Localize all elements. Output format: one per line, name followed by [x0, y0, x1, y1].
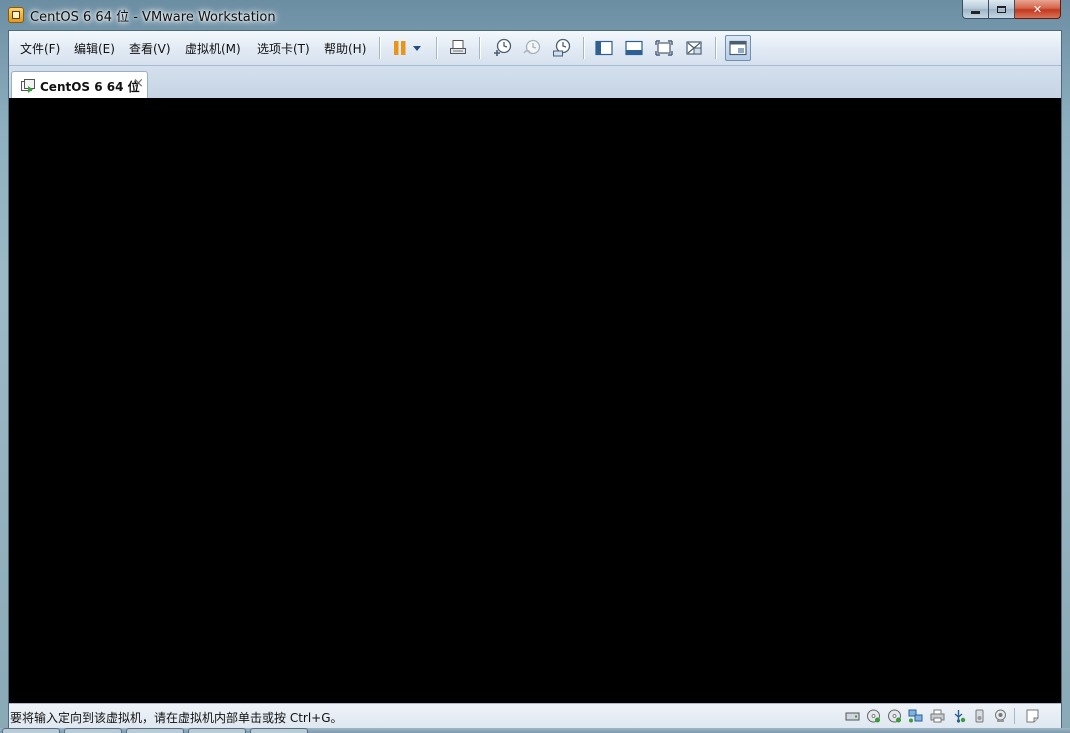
status-bar: 要将输入定向到该虚拟机，请在虚拟机内部单击或按 Ctrl+G。 — [9, 703, 1061, 728]
maximize-icon — [997, 5, 1006, 13]
menu-toolbar: 文件(F) 编辑(E) 查看(V) 虚拟机(M) 选项卡(T) 帮助(H) — [9, 31, 1061, 66]
tab-centos[interactable]: CentOS 6 64 位 × — [11, 71, 148, 99]
full-screen-icon — [655, 40, 673, 56]
camera-icon[interactable] — [993, 709, 1008, 723]
menu-vm[interactable]: 虚拟机(M) — [185, 40, 241, 57]
maximize-button[interactable] — [989, 0, 1015, 19]
unity-icon — [686, 41, 702, 55]
taskbar-button[interactable] — [2, 728, 60, 733]
tab-label: CentOS 6 64 位 — [40, 80, 140, 94]
pause-button[interactable] — [389, 37, 411, 59]
title-bar[interactable]: CentOS 6 64 位 - VMware Workstation ✕ — [0, 0, 1070, 30]
toolbar-separator — [479, 37, 481, 59]
toolbar-separator — [715, 37, 717, 59]
toolbar-separator — [379, 37, 381, 59]
client-area: 文件(F) 编辑(E) 查看(V) 虚拟机(M) 选项卡(T) 帮助(H) Ce… — [8, 30, 1062, 728]
taskbar-button[interactable] — [188, 728, 246, 733]
caption-buttons: ✕ — [962, 0, 1061, 20]
snapshot-manager-icon — [553, 38, 571, 57]
taskbar-button[interactable] — [64, 728, 122, 733]
menu-view[interactable]: 查看(V) — [129, 40, 171, 57]
close-button[interactable]: ✕ — [1015, 0, 1061, 19]
virtual-machine-icon — [21, 79, 35, 93]
take-snapshot-button[interactable] — [491, 37, 513, 59]
vm-console-screen[interactable] — [9, 98, 1061, 703]
send-ctrl-alt-del-button[interactable] — [447, 37, 469, 59]
take-snapshot-icon — [494, 38, 512, 56]
tab-strip: CentOS 6 64 位 × — [9, 66, 1061, 99]
close-icon: ✕ — [1032, 2, 1043, 16]
cd-dvd-icon[interactable] — [866, 709, 881, 723]
printer-icon[interactable] — [930, 709, 945, 723]
toolbar-separator — [583, 37, 585, 59]
show-thumbnail-bar-icon — [625, 40, 643, 56]
tab-close-icon[interactable]: × — [133, 76, 144, 91]
toolbar-separator — [436, 37, 438, 59]
taskbar-button[interactable] — [126, 728, 184, 733]
pause-icon — [394, 41, 406, 55]
show-thumbnail-bar-button[interactable] — [623, 37, 645, 59]
vmware-app-icon[interactable] — [8, 7, 24, 23]
status-separator — [1014, 708, 1015, 724]
menu-help[interactable]: 帮助(H) — [324, 40, 366, 57]
minimize-button[interactable] — [962, 0, 989, 19]
show-library-button[interactable] — [593, 37, 615, 59]
dropdown-arrow-icon — [413, 46, 421, 51]
vmware-window: CentOS 6 64 位 - VMware Workstation ✕ 文件(… — [0, 0, 1070, 733]
console-view-icon — [729, 40, 747, 56]
usb-icon[interactable] — [951, 709, 966, 723]
menu-edit[interactable]: 编辑(E) — [74, 40, 115, 57]
minimize-icon — [971, 10, 980, 14]
message-log-icon[interactable] — [1025, 709, 1040, 723]
revert-snapshot-button[interactable] — [521, 37, 543, 59]
snapshot-manager-button[interactable] — [551, 37, 573, 59]
status-message: 要将输入定向到该虚拟机，请在虚拟机内部单击或按 Ctrl+G。 — [10, 711, 343, 725]
window-title: CentOS 6 64 位 - VMware Workstation — [30, 10, 276, 25]
send-ctrl-alt-del-icon — [450, 40, 466, 54]
cd-dvd-2-icon[interactable] — [887, 709, 902, 723]
hard-disk-icon[interactable] — [845, 709, 860, 723]
menu-file[interactable]: 文件(F) — [20, 40, 60, 57]
menu-tabs[interactable]: 选项卡(T) — [257, 40, 310, 57]
unity-button[interactable] — [683, 37, 705, 59]
taskbar-button[interactable] — [250, 728, 308, 733]
power-dropdown-button[interactable] — [409, 37, 425, 59]
network-adapter-icon[interactable] — [908, 709, 923, 723]
full-screen-button[interactable] — [653, 37, 675, 59]
sound-card-icon[interactable] — [972, 709, 987, 723]
console-view-button[interactable] — [725, 35, 751, 61]
show-library-icon — [595, 40, 613, 56]
revert-snapshot-icon — [523, 39, 541, 55]
